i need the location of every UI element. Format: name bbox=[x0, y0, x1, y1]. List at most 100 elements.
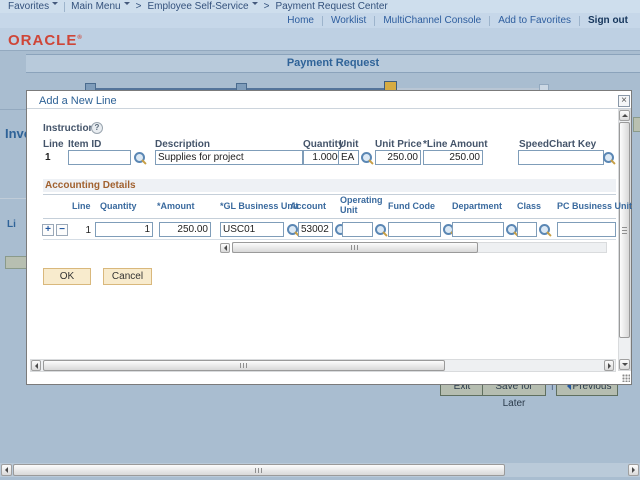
row-fund-code-input[interactable] bbox=[388, 222, 441, 237]
row-amount-input[interactable] bbox=[159, 222, 211, 237]
item-id-input[interactable] bbox=[68, 150, 131, 165]
favorites-menu[interactable]: Favorites bbox=[8, 1, 59, 12]
scroll-down-arrow-icon bbox=[621, 363, 628, 369]
sign-out-link[interactable]: Sign out bbox=[588, 15, 628, 26]
unit-price-input[interactable] bbox=[375, 150, 421, 165]
grid-header-rule bbox=[43, 218, 616, 219]
dropdown-arrow-icon bbox=[123, 2, 130, 8]
class-lookup-icon[interactable] bbox=[539, 224, 551, 236]
page-scrollbar-thumb[interactable] bbox=[13, 464, 505, 476]
dialog-title: Add a New Line bbox=[39, 95, 117, 107]
breadcrumb-employee-self-service[interactable]: Employee Self-Service bbox=[147, 1, 258, 12]
operating-unit-lookup-icon[interactable] bbox=[375, 224, 387, 236]
cancel-button[interactable]: Cancel bbox=[103, 268, 152, 285]
item-id-lookup-icon[interactable] bbox=[134, 152, 146, 164]
grid-scroll-left-button[interactable] bbox=[220, 243, 230, 253]
oracle-logo: ORACLE® bbox=[8, 32, 83, 49]
speedchart-key-input[interactable] bbox=[518, 150, 604, 165]
main-menu-label: Main Menu bbox=[71, 1, 121, 12]
scroll-right-arrow-icon bbox=[632, 467, 638, 473]
speedchart-lookup-icon[interactable] bbox=[603, 152, 615, 164]
scroll-left-arrow-icon bbox=[221, 245, 227, 251]
row-quantity-input[interactable] bbox=[95, 222, 153, 237]
page-title: Payment Request bbox=[26, 54, 640, 73]
nav-divider bbox=[321, 15, 323, 26]
breadcrumb-payment-request-center[interactable]: Payment Request Center bbox=[275, 1, 387, 12]
dialog-scroll-right-button[interactable] bbox=[604, 360, 614, 371]
scrollbar-grip-icon bbox=[255, 467, 263, 473]
worklist-link[interactable]: Worklist bbox=[331, 15, 366, 26]
unit-input[interactable] bbox=[338, 150, 359, 165]
line-amount-input[interactable] bbox=[423, 150, 483, 165]
page-scroll-left-button[interactable] bbox=[1, 464, 12, 476]
nav-divider bbox=[374, 15, 376, 26]
dialog-vscrollbar-thumb[interactable] bbox=[619, 122, 630, 338]
dialog-scroll-down-button[interactable] bbox=[619, 359, 630, 370]
clipped-line-label: Li bbox=[7, 219, 16, 230]
scrollbar-grip-icon bbox=[240, 363, 248, 368]
multichannel-console-link[interactable]: MultiChannel Console bbox=[383, 15, 481, 26]
resize-grip-icon[interactable] bbox=[622, 374, 630, 382]
unit-lookup-icon[interactable] bbox=[361, 152, 373, 164]
column-header-fund-code: Fund Code bbox=[388, 201, 435, 211]
line-amount-label: *Line Amount bbox=[423, 139, 488, 150]
grid-bottom-rule bbox=[43, 239, 616, 240]
remove-row-button[interactable]: − bbox=[56, 224, 68, 236]
add-to-favorites-link[interactable]: Add to Favorites bbox=[498, 15, 571, 26]
dialog-scrollbar-thumb[interactable] bbox=[43, 360, 445, 371]
main-menu[interactable]: Main Menu bbox=[71, 1, 130, 12]
row-account-input[interactable] bbox=[298, 222, 333, 237]
crumb-label: Employee Self-Service bbox=[147, 1, 249, 12]
line-number-value: 1 bbox=[45, 152, 51, 163]
application-window: Favorites Main Menu > Employee Self-Serv… bbox=[0, 0, 640, 480]
nav-divider bbox=[489, 15, 491, 26]
dialog-scroll-left-button[interactable] bbox=[31, 360, 41, 371]
description-input[interactable] bbox=[155, 150, 303, 165]
unit-price-label: Unit Price bbox=[375, 139, 422, 150]
ok-button[interactable]: OK bbox=[43, 268, 91, 285]
column-header-amount: *Amount bbox=[157, 201, 195, 211]
scrollbar-grip-icon bbox=[351, 245, 359, 250]
page-scroll-right-button[interactable] bbox=[628, 464, 639, 476]
dialog-title-divider bbox=[27, 108, 631, 109]
dropdown-arrow-icon bbox=[52, 2, 59, 8]
row-gl-business-unit-input[interactable] bbox=[220, 222, 284, 237]
column-header-department: Department bbox=[452, 201, 503, 211]
logo-bar: ORACLE® bbox=[0, 28, 640, 51]
clipped-button-fragment bbox=[633, 117, 640, 132]
oracle-wordmark: ORACLE bbox=[8, 32, 78, 49]
description-label: Description bbox=[155, 139, 211, 150]
grid-top-rule bbox=[43, 194, 616, 195]
column-header-gl-business-unit: *GL Business Unit bbox=[220, 201, 299, 211]
dialog-scroll-up-button[interactable] bbox=[619, 110, 630, 121]
crumb-label: Payment Request Center bbox=[275, 1, 388, 12]
scrollbar-grip-icon bbox=[622, 226, 627, 234]
accounting-details-title: Accounting Details bbox=[45, 180, 136, 191]
item-id-label: Item ID bbox=[68, 139, 102, 150]
breadcrumb-separator: > bbox=[263, 1, 270, 12]
breadcrumb-divider bbox=[64, 1, 66, 12]
help-icon[interactable]: ? bbox=[91, 122, 103, 134]
row-operating-unit-input[interactable] bbox=[342, 222, 373, 237]
unit-label: Unit bbox=[339, 139, 359, 150]
row-line-number: 1 bbox=[85, 225, 91, 236]
clipped-invoice-heading: Invo bbox=[5, 126, 27, 141]
close-icon[interactable]: × bbox=[618, 95, 630, 107]
row-class-input[interactable] bbox=[517, 222, 537, 237]
clipped-button-fragment bbox=[5, 256, 27, 269]
column-header-quantity: Quantity bbox=[100, 201, 137, 211]
add-row-button[interactable]: + bbox=[42, 224, 54, 236]
accounting-details-band: Accounting Details bbox=[43, 179, 616, 192]
scroll-left-arrow-icon bbox=[32, 362, 38, 369]
speedchart-key-label: SpeedChart Key bbox=[519, 139, 597, 150]
row-department-input[interactable] bbox=[452, 222, 504, 237]
home-link[interactable]: Home bbox=[287, 15, 314, 26]
scroll-up-arrow-icon bbox=[621, 111, 628, 117]
grid-scrollbar-thumb[interactable] bbox=[232, 242, 478, 253]
scroll-right-arrow-icon bbox=[607, 362, 614, 369]
row-pc-business-unit-input[interactable] bbox=[557, 222, 616, 237]
background-rule-fragment bbox=[0, 109, 27, 110]
breadcrumb: Favorites Main Menu > Employee Self-Serv… bbox=[0, 0, 640, 13]
nav-divider bbox=[579, 15, 580, 26]
scroll-left-arrow-icon bbox=[2, 467, 8, 473]
